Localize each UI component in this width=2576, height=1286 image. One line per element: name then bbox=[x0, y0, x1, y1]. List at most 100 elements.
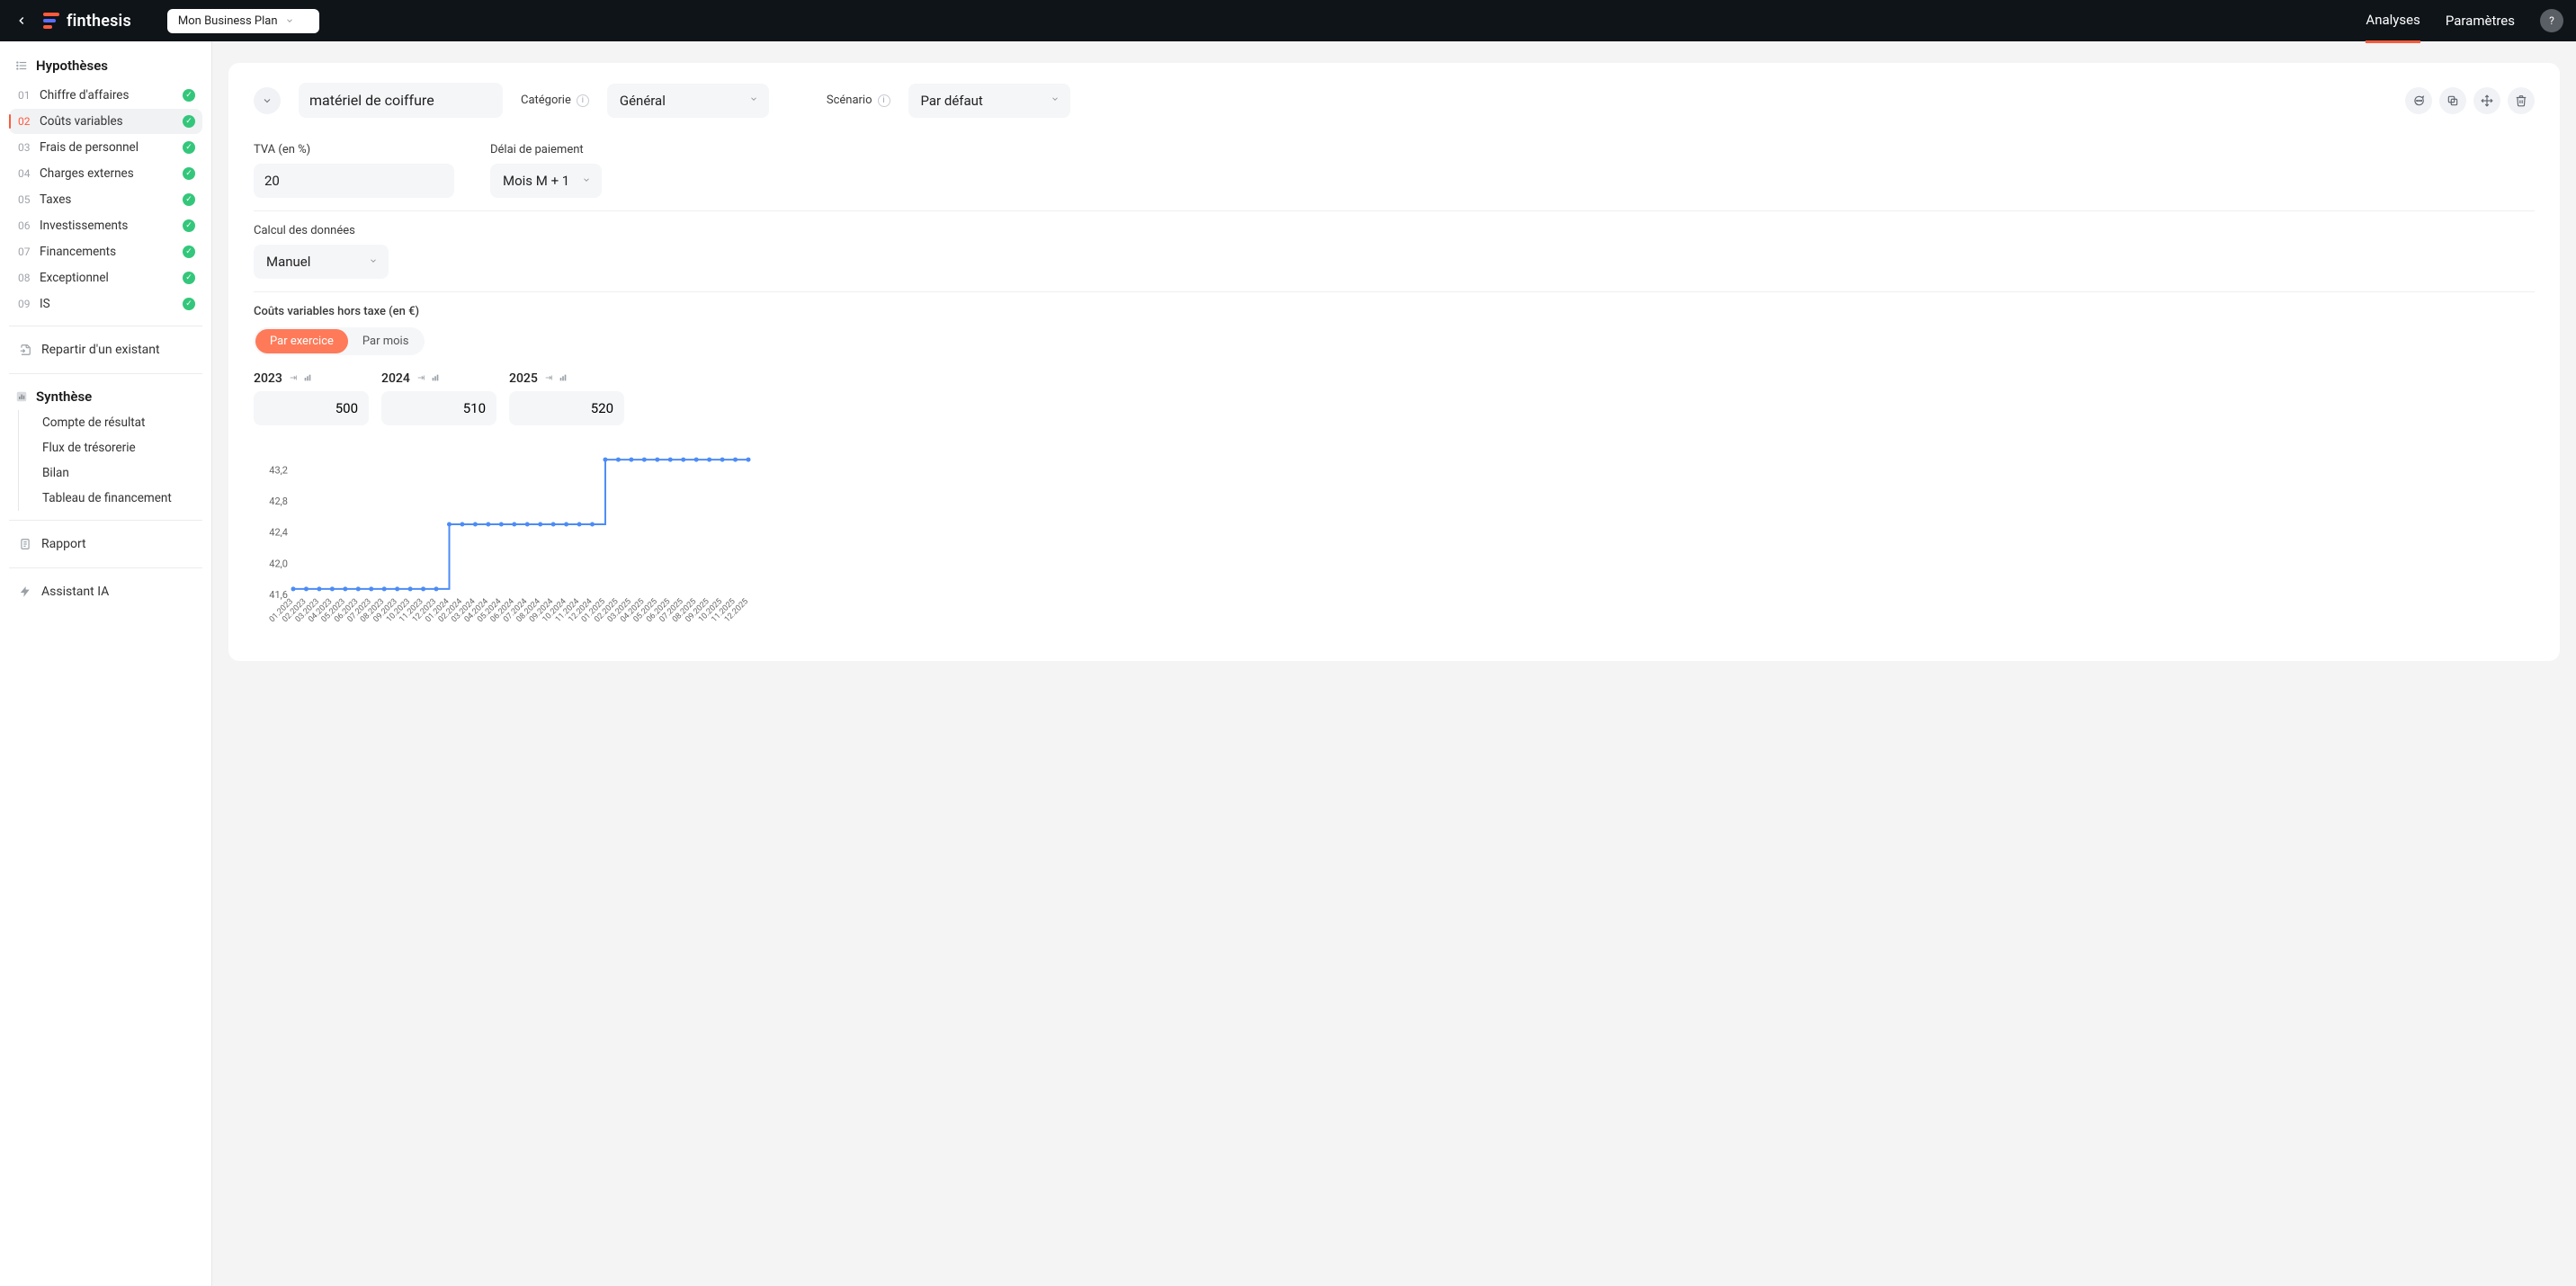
sidebar-synthese-item[interactable]: Compte de résultat bbox=[18, 410, 206, 435]
costs-title: Coûts variables hors taxe (en €) bbox=[254, 305, 2535, 318]
sidebar-synthese-item[interactable]: Flux de trésorerie bbox=[18, 435, 206, 460]
tva-input[interactable] bbox=[254, 164, 454, 198]
collapse-button[interactable] bbox=[254, 87, 281, 114]
scenario-select[interactable]: Par défaut bbox=[908, 84, 1070, 118]
year-value-input[interactable] bbox=[254, 391, 369, 425]
nav-parametres[interactable]: Paramètres bbox=[2446, 13, 2515, 41]
sidebar-item-09[interactable]: 09 IS ✓ bbox=[9, 291, 202, 317]
sidebar-item-label: Frais de personnel bbox=[40, 140, 175, 155]
check-icon: ✓ bbox=[183, 272, 195, 284]
sidebar-item-num: 03 bbox=[18, 141, 32, 154]
sidebar-item-label: Taxes bbox=[40, 192, 175, 207]
help-icon: ? bbox=[2549, 14, 2554, 27]
comment-button[interactable] bbox=[2405, 87, 2432, 114]
sidebar-item-04[interactable]: 04 Charges externes ✓ bbox=[9, 161, 202, 186]
check-icon: ✓ bbox=[183, 298, 195, 310]
sidebar-synthese-label: Synthèse bbox=[36, 388, 92, 405]
logo-mark-icon bbox=[43, 13, 59, 29]
duplicate-button[interactable] bbox=[2439, 87, 2466, 114]
business-plan-selector[interactable]: Mon Business Plan bbox=[167, 9, 319, 33]
delai-value: Mois M + 1 bbox=[503, 173, 569, 189]
sidebar-item-06[interactable]: 06 Investissements ✓ bbox=[9, 213, 202, 238]
sidebar-hypotheses-title: Hypothèses bbox=[5, 52, 206, 79]
sidebar-item-label: Charges externes bbox=[40, 166, 175, 181]
sidebar-assistant[interactable]: Assistant IA bbox=[9, 577, 202, 606]
check-icon: ✓ bbox=[183, 193, 195, 206]
bar-chart-icon[interactable] bbox=[430, 371, 441, 386]
document-icon bbox=[18, 537, 32, 551]
sidebar-item-num: 02 bbox=[18, 115, 32, 128]
sidebar-synthese-item[interactable]: Tableau de financement bbox=[18, 486, 206, 511]
year-label: 2023 bbox=[254, 371, 282, 386]
sidebar-item-num: 04 bbox=[18, 167, 32, 180]
sidebar-item-num: 08 bbox=[18, 272, 32, 284]
sidebar-item-03[interactable]: 03 Frais de personnel ✓ bbox=[9, 135, 202, 160]
toggle-exercice[interactable]: Par exercice bbox=[255, 329, 348, 353]
year-label: 2024 bbox=[381, 371, 410, 386]
sidebar-item-label: Chiffre d'affaires bbox=[40, 88, 175, 103]
delete-button[interactable] bbox=[2508, 87, 2535, 114]
year-label: 2025 bbox=[509, 371, 538, 386]
avatar[interactable]: ? bbox=[2540, 9, 2563, 32]
bolt-icon bbox=[18, 585, 32, 599]
app-logo: finthesis bbox=[43, 12, 131, 31]
back-button[interactable] bbox=[13, 12, 31, 30]
sidebar-item-08[interactable]: 08 Exceptionnel ✓ bbox=[9, 265, 202, 290]
sidebar-item-02[interactable]: 02 Coûts variables ✓ bbox=[9, 109, 202, 134]
check-icon: ✓ bbox=[183, 89, 195, 102]
info-icon[interactable]: i bbox=[577, 94, 589, 107]
arrow-right-icon[interactable] bbox=[288, 371, 299, 386]
entry-card: Catégorie i Général Scénario i Par défau… bbox=[228, 63, 2560, 661]
sidebar-item-01[interactable]: 01 Chiffre d'affaires ✓ bbox=[9, 83, 202, 108]
bar-chart-icon[interactable] bbox=[302, 371, 313, 386]
arrow-right-icon[interactable] bbox=[416, 371, 426, 386]
import-icon bbox=[18, 343, 32, 357]
calcul-value: Manuel bbox=[266, 254, 310, 270]
sidebar-synthese-item[interactable]: Bilan bbox=[18, 460, 206, 486]
sidebar-item-num: 01 bbox=[18, 89, 32, 102]
calcul-label: Calcul des données bbox=[254, 224, 389, 237]
move-button[interactable] bbox=[2473, 87, 2500, 114]
sidebar-item-num: 06 bbox=[18, 219, 32, 232]
topbar: finthesis Mon Business Plan Analyses Par… bbox=[0, 0, 2576, 41]
chevron-down-icon bbox=[369, 256, 378, 268]
sidebar-title-label: Hypothèses bbox=[36, 58, 108, 74]
sidebar-rapport[interactable]: Rapport bbox=[9, 530, 202, 558]
sidebar-item-05[interactable]: 05 Taxes ✓ bbox=[9, 187, 202, 212]
delai-select[interactable]: Mois M + 1 bbox=[490, 164, 602, 198]
info-icon[interactable]: i bbox=[878, 94, 890, 107]
bp-selector-label: Mon Business Plan bbox=[178, 14, 278, 28]
delai-label: Délai de paiement bbox=[490, 143, 602, 156]
year-value-input[interactable] bbox=[381, 391, 496, 425]
calcul-select[interactable]: Manuel bbox=[254, 245, 389, 279]
sidebar-synthese-title[interactable]: Synthèse bbox=[5, 383, 206, 410]
toggle-mois[interactable]: Par mois bbox=[348, 329, 424, 353]
bar-chart-icon[interactable] bbox=[558, 371, 568, 386]
chevron-down-icon bbox=[262, 95, 273, 106]
sidebar-item-07[interactable]: 07 Financements ✓ bbox=[9, 239, 202, 264]
svg-text:42,4: 42,4 bbox=[269, 527, 288, 539]
scenario-label: Scénario i bbox=[827, 94, 890, 107]
check-icon: ✓ bbox=[183, 141, 195, 154]
line-chart: 41,642,042,442,843,201.202302.202303.202… bbox=[254, 445, 757, 625]
list-icon bbox=[14, 58, 29, 73]
arrow-right-icon[interactable] bbox=[543, 371, 554, 386]
sidebar-item-label: IS bbox=[40, 297, 175, 311]
move-icon bbox=[2481, 94, 2493, 107]
category-select[interactable]: Général bbox=[607, 84, 769, 118]
year-value-input[interactable] bbox=[509, 391, 624, 425]
check-icon: ✓ bbox=[183, 115, 195, 128]
chevron-down-icon bbox=[285, 16, 294, 25]
sidebar-item-num: 09 bbox=[18, 298, 32, 310]
main-content: Catégorie i Général Scénario i Par défau… bbox=[212, 41, 2576, 1286]
sidebar: Hypothèses 01 Chiffre d'affaires ✓02 Coû… bbox=[0, 41, 212, 1286]
svg-text:43,2: 43,2 bbox=[269, 464, 288, 476]
sidebar-repartir[interactable]: Repartir d'un existant bbox=[9, 335, 202, 364]
sidebar-item-label: Financements bbox=[40, 245, 175, 259]
check-icon: ✓ bbox=[183, 246, 195, 258]
svg-text:42,8: 42,8 bbox=[269, 496, 288, 507]
entry-name-input[interactable] bbox=[299, 83, 503, 118]
sidebar-rapport-label: Rapport bbox=[41, 537, 86, 551]
nav-analyses[interactable]: Analyses bbox=[2366, 12, 2419, 43]
chart-area: 41,642,042,442,843,201.202302.202303.202… bbox=[254, 445, 2535, 629]
